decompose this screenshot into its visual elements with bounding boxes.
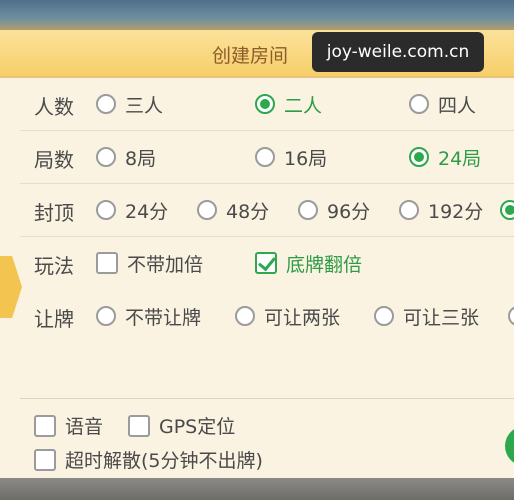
checkbox-icon <box>128 414 150 437</box>
dialog-title: 创建房间 <box>212 45 289 67</box>
option-label: 不带加倍 <box>127 253 204 276</box>
option-label: 四人 <box>438 94 477 117</box>
radio-icon <box>374 306 394 326</box>
option-label: 底牌翻倍 <box>286 253 363 276</box>
gps-option[interactable]: GPS定位 <box>128 412 235 439</box>
players-option-two[interactable]: 二人 <box>255 91 322 117</box>
option-label: 96分 <box>327 200 371 223</box>
option-label: 可让三张 <box>403 306 480 329</box>
radio-icon <box>96 94 116 114</box>
voice-option[interactable]: 语音 <box>34 412 103 439</box>
rounds-label: 局数 <box>34 148 74 172</box>
timeout-dissolve-option[interactable]: 超时解散(5分钟不出牌) <box>34 446 263 473</box>
play-option-no-double[interactable]: 不带加倍 <box>96 250 203 276</box>
cap-option-48[interactable]: 48分 <box>197 197 269 223</box>
option-label: 语音 <box>65 416 104 438</box>
cap-option-192[interactable]: 192分 <box>399 197 483 223</box>
concede-option-three[interactable]: 可让三张 <box>374 303 479 329</box>
option-label: GPS定位 <box>159 416 236 438</box>
players-label: 人数 <box>34 95 74 119</box>
radio-selected-icon <box>255 94 275 114</box>
checkbox-icon <box>34 448 56 471</box>
create-button[interactable] <box>505 426 514 466</box>
row-concede: 让牌 不带让牌 可让两张 可让三张 <box>0 290 514 343</box>
rounds-option-24[interactable]: 24局 <box>409 144 481 170</box>
players-option-three[interactable]: 三人 <box>96 91 163 117</box>
radio-icon <box>255 147 275 167</box>
option-label: 超时解散(5分钟不出牌) <box>65 450 263 472</box>
cap-option-24[interactable]: 24分 <box>96 197 168 223</box>
cap-option-96[interactable]: 96分 <box>298 197 370 223</box>
row-rounds: 局数 8局 16局 24局 <box>0 131 514 184</box>
cap-label: 封顶 <box>34 201 74 225</box>
option-label: 192分 <box>428 200 484 223</box>
radio-icon <box>197 200 217 220</box>
watermark: joy-weile.com.cn <box>312 32 484 72</box>
concede-option-two[interactable]: 可让两张 <box>235 303 340 329</box>
radio-icon <box>508 306 514 326</box>
option-label: 不带让牌 <box>125 306 202 329</box>
concede-option-none[interactable]: 不带让牌 <box>96 303 201 329</box>
option-label: 16局 <box>284 147 328 170</box>
radio-selected-icon <box>409 147 429 167</box>
radio-icon <box>96 306 116 326</box>
option-label: 24分 <box>125 200 169 223</box>
checkbox-icon <box>96 252 118 274</box>
row-players: 人数 三人 二人 四人 <box>0 78 514 131</box>
option-label: 二人 <box>284 94 323 117</box>
option-label: 可让两张 <box>264 306 341 329</box>
concede-label: 让牌 <box>34 307 74 331</box>
radio-icon <box>235 306 255 326</box>
radio-selected-icon <box>500 200 514 220</box>
dialog-header: 创建房间 joy-weile.com.cn <box>0 30 514 78</box>
row-cap: 封顶 24分 48分 96分 192分 <box>0 184 514 237</box>
row-play: 玩法 不带加倍 底牌翻倍 <box>0 237 514 290</box>
option-label: 三人 <box>125 94 164 117</box>
radio-icon <box>399 200 419 220</box>
players-option-four[interactable]: 四人 <box>409 91 476 117</box>
background-top <box>0 0 514 34</box>
cap-option-offscreen[interactable] <box>500 197 514 223</box>
play-option-bottom-double[interactable]: 底牌翻倍 <box>255 250 362 276</box>
rounds-option-16[interactable]: 16局 <box>255 144 327 170</box>
option-label: 24局 <box>438 147 482 170</box>
radio-icon <box>96 147 116 167</box>
option-label: 48分 <box>226 200 270 223</box>
create-room-dialog: 创建房间 joy-weile.com.cn 人数 三人 二人 四人 局数 8局 … <box>0 30 514 478</box>
concede-option-offscreen[interactable] <box>508 303 514 329</box>
background-bottom <box>0 478 514 500</box>
checkbox-icon <box>34 414 56 437</box>
play-label: 玩法 <box>34 254 74 278</box>
radio-icon <box>298 200 318 220</box>
section-divider <box>20 398 514 399</box>
radio-icon <box>409 94 429 114</box>
radio-icon <box>96 200 116 220</box>
rounds-option-8[interactable]: 8局 <box>96 144 156 170</box>
option-label: 8局 <box>125 147 157 170</box>
checkbox-checked-icon <box>255 252 277 274</box>
